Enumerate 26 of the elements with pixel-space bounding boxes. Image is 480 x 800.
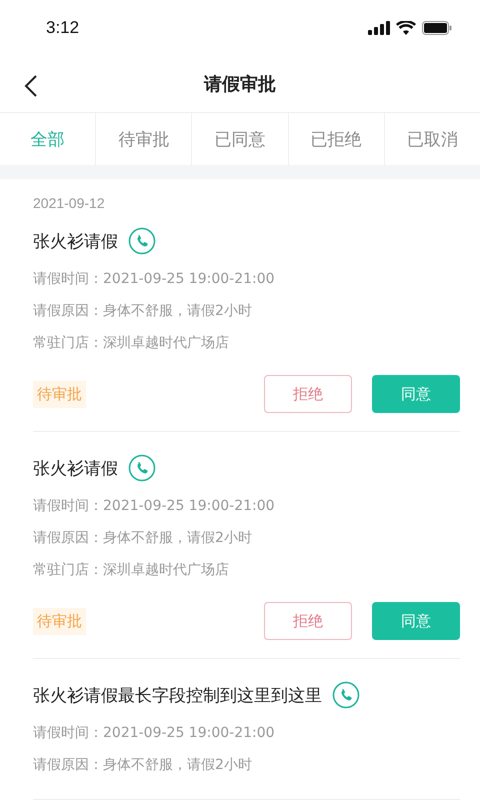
phone-icon[interactable]	[128, 227, 156, 255]
status-badge: 待审批	[33, 608, 86, 634]
request-detail: 请假时间：2021-09-25 19:00-21:00	[33, 724, 276, 743]
request-detail: 常驻门店：深圳卓越时代广场店	[33, 334, 230, 353]
request-detail: 请假时间：2021-09-25 19:00-21:00	[33, 270, 276, 289]
battery-icon	[422, 21, 452, 35]
request-detail: 请假时间：2021-09-25 19:00-21:00	[33, 497, 276, 516]
request-date: 2021-09-12	[33, 195, 106, 211]
wifi-icon	[396, 21, 416, 35]
page-title: 请假审批	[204, 73, 276, 96]
reject-button[interactable]: 拒绝	[264, 375, 352, 413]
request-title: 张火衫请假	[33, 458, 118, 480]
status-badge: 待审批	[33, 380, 86, 408]
approve-button[interactable]: 同意	[372, 375, 460, 413]
request-title: 张火衫请假最长字段控制到这里到这里	[33, 684, 322, 706]
request-detail: 常驻门店：深圳卓越时代广场店	[33, 561, 230, 580]
phone-icon[interactable]	[332, 681, 360, 709]
request-detail: 请假原因：身体不舒服，请假2小时	[33, 756, 253, 775]
request-detail: 请假原因：身体不舒服，请假2小时	[33, 302, 253, 321]
request-detail: 请假原因：身体不舒服，请假2小时	[33, 529, 253, 548]
phone-icon[interactable]	[128, 454, 156, 482]
approve-button[interactable]: 同意	[372, 602, 460, 640]
signal-icon	[368, 21, 390, 35]
reject-button[interactable]: 拒绝	[264, 602, 352, 640]
request-title: 张火衫请假	[33, 230, 118, 252]
status-time: 3:12	[46, 18, 80, 38]
